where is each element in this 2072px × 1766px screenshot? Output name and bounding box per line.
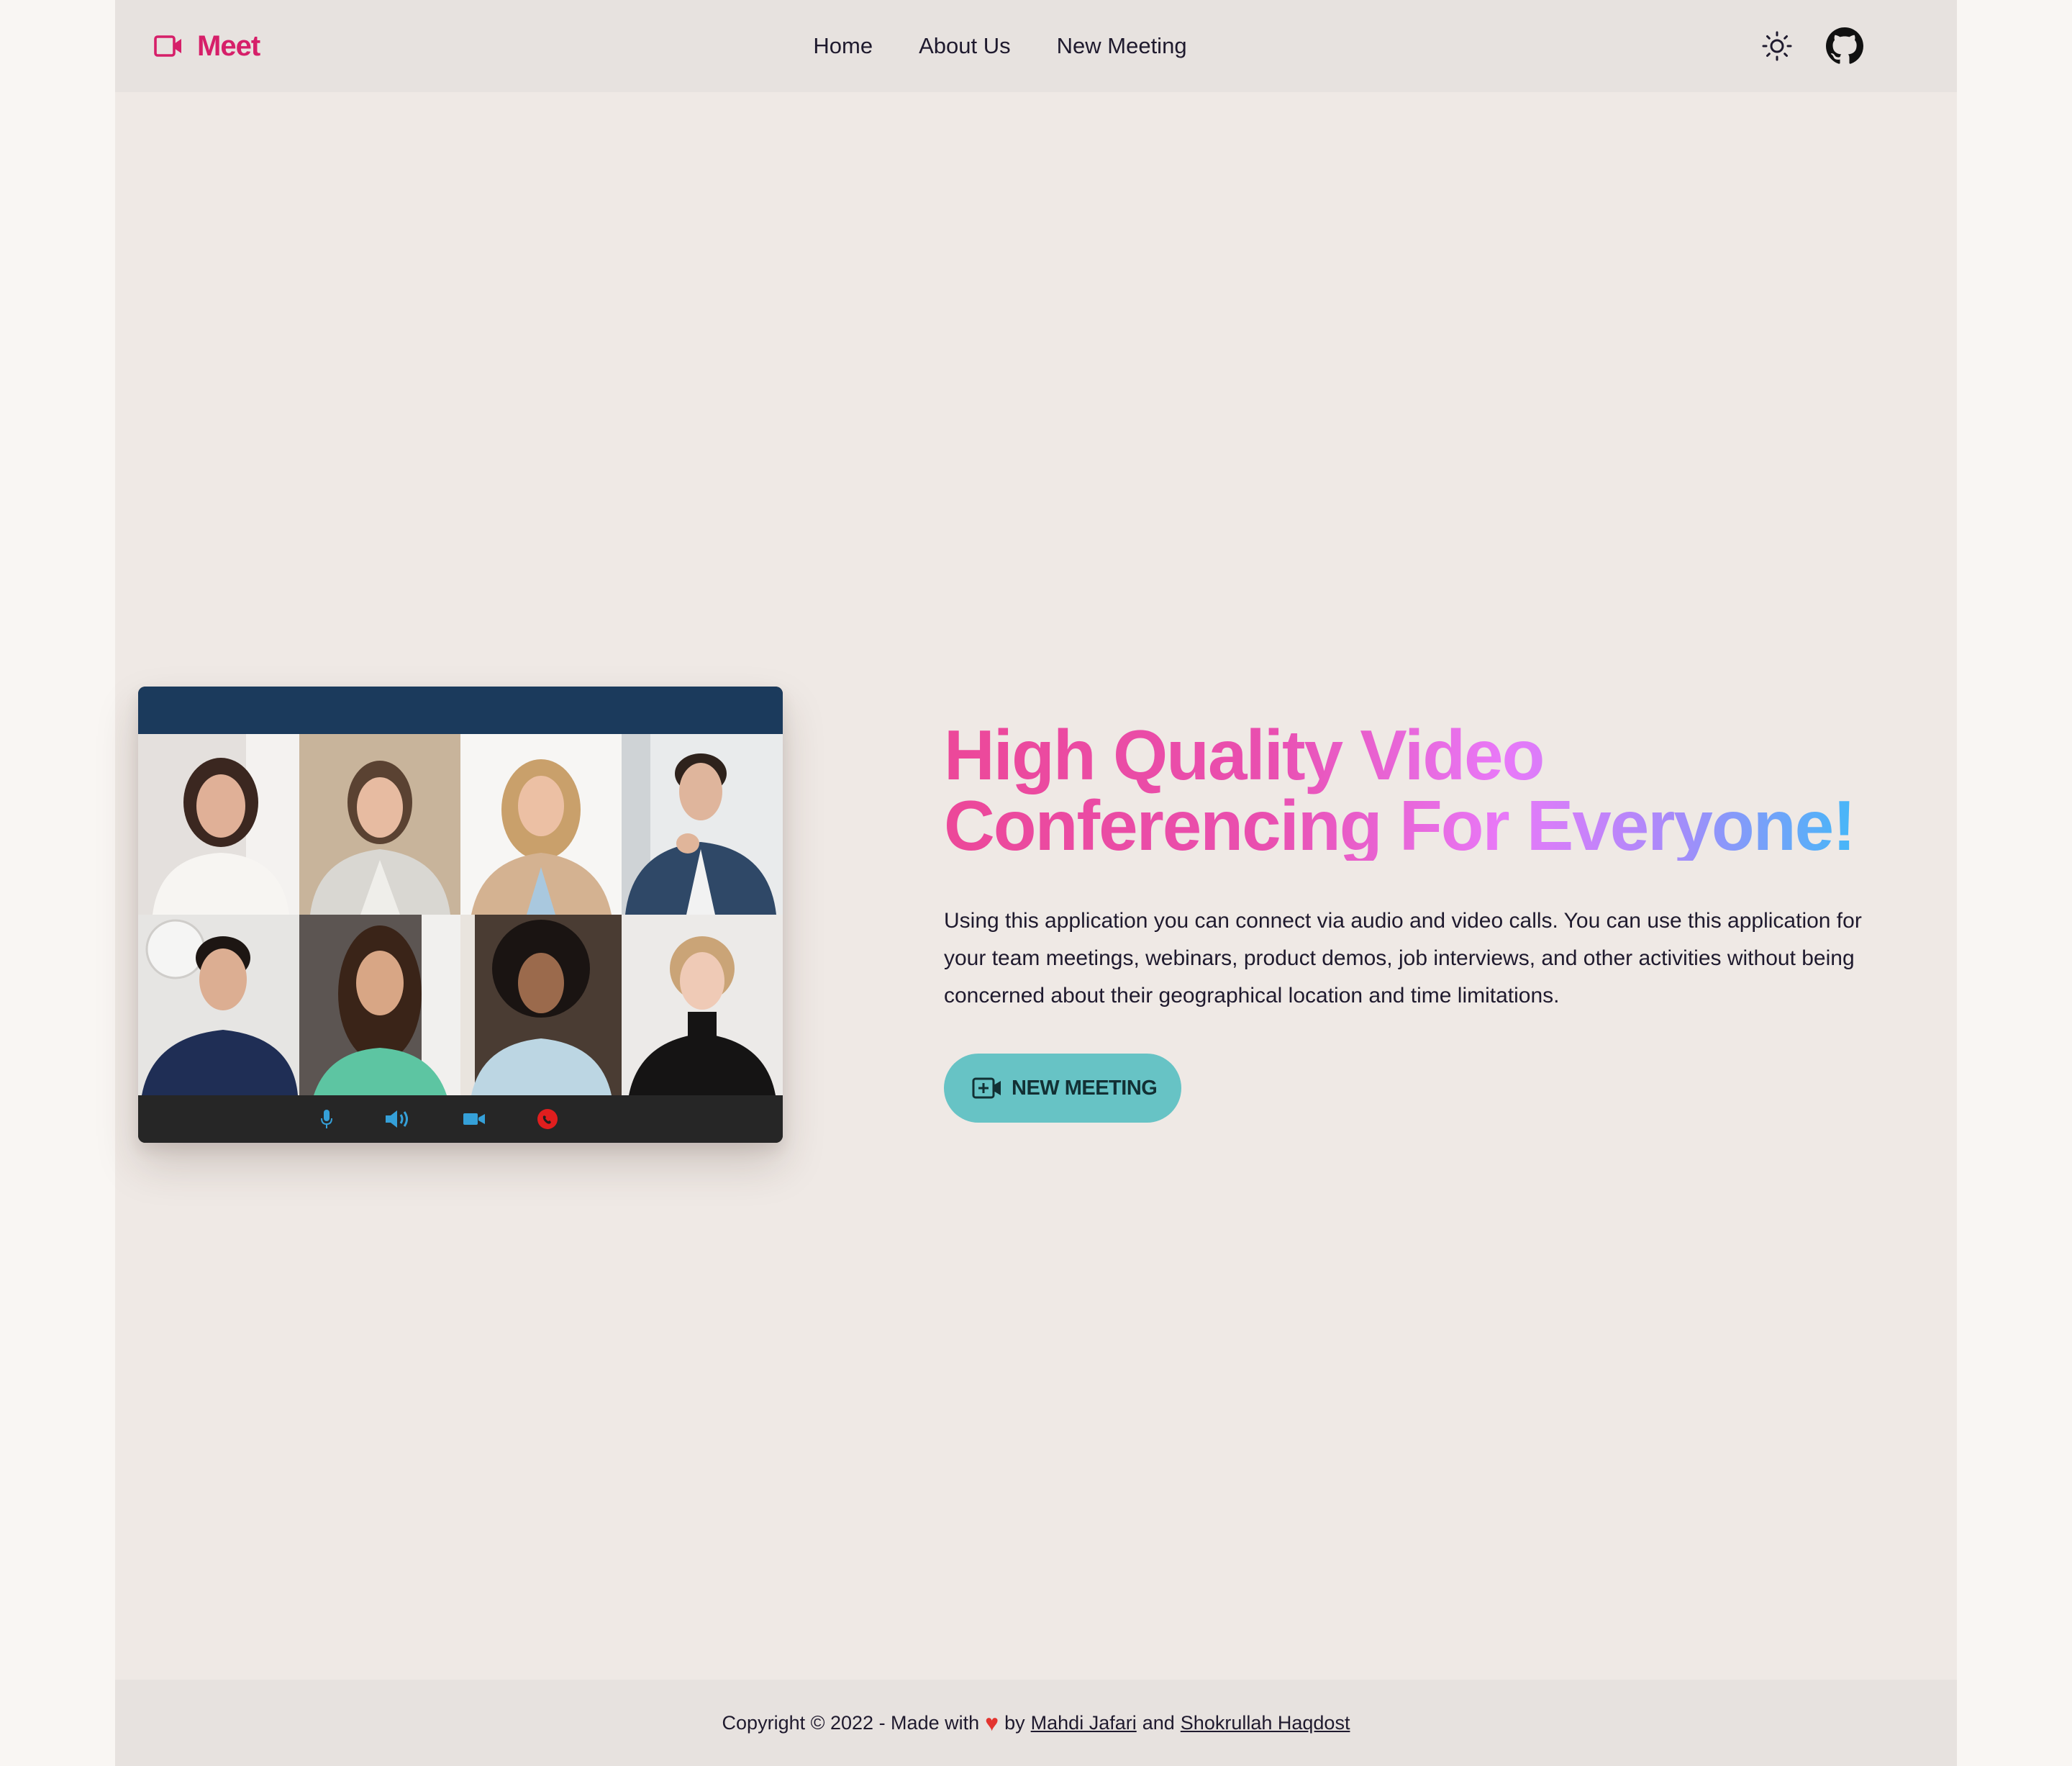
github-icon: [1826, 27, 1863, 64]
call-controls: [138, 1095, 783, 1143]
add-video-icon: [972, 1077, 1001, 1099]
participant-tile: [460, 734, 622, 915]
preview-title-bar: [138, 687, 783, 734]
author-link-mahdi-jafari[interactable]: Mahdi Jafari: [1031, 1712, 1137, 1734]
hero-title-line-2: Conferencing For Everyone!: [944, 786, 1855, 865]
top-navbar: Meet Home About Us New Meeting: [115, 0, 1957, 92]
main-nav: Home About Us New Meeting: [115, 0, 1957, 92]
participant-tile: [460, 915, 622, 1095]
participant-tile: [622, 915, 783, 1095]
participant-tile: [622, 734, 783, 915]
author-link-shokrullah-haqdost[interactable]: Shokrullah Haqdost: [1181, 1712, 1350, 1734]
participant-tile: [299, 915, 460, 1095]
new-meeting-button[interactable]: NEW MEETING: [944, 1054, 1182, 1123]
video-call-preview: [138, 687, 783, 1143]
github-link[interactable]: [1826, 27, 1863, 65]
page: Meet Home About Us New Meeting High Qual…: [115, 0, 1957, 1766]
nav-new-meeting[interactable]: New Meeting: [1057, 33, 1187, 59]
hero-description: Using this application you can connect v…: [944, 909, 1862, 1007]
brand-name: Meet: [197, 30, 260, 62]
hero-title-line-1: High Quality Video: [944, 715, 1544, 794]
participant-tile: [138, 734, 299, 915]
speaker-icon[interactable]: [384, 1108, 412, 1130]
nav-home[interactable]: Home: [813, 33, 873, 59]
video-camera-icon: [154, 35, 181, 57]
participant-tile: [138, 915, 299, 1095]
footer-and-text: and: [1142, 1711, 1175, 1734]
hero-title: High Quality Video Conferencing For Ever…: [944, 720, 1879, 861]
brand-logo-link[interactable]: Meet: [153, 27, 260, 65]
camera-icon[interactable]: [462, 1110, 486, 1128]
copyright-text: Copyright © 2022 - Made with: [722, 1711, 980, 1734]
sun-icon: [1762, 31, 1792, 61]
participant-grid: [138, 734, 783, 1095]
participant-tile: [299, 734, 460, 915]
footer-by-text: by: [1004, 1711, 1025, 1734]
footer: Copyright © 2022 - Made with ♥ by Mahdi …: [115, 1680, 1957, 1766]
new-meeting-button-label: NEW MEETING: [1012, 1076, 1158, 1100]
hero-content: High Quality Video Conferencing For Ever…: [944, 720, 1879, 1123]
hang-up-icon[interactable]: [537, 1108, 558, 1130]
heart-icon: ♥: [985, 1709, 999, 1736]
nav-about-us[interactable]: About Us: [919, 33, 1011, 59]
microphone-icon[interactable]: [319, 1108, 334, 1130]
theme-toggle-button[interactable]: [1758, 27, 1796, 65]
